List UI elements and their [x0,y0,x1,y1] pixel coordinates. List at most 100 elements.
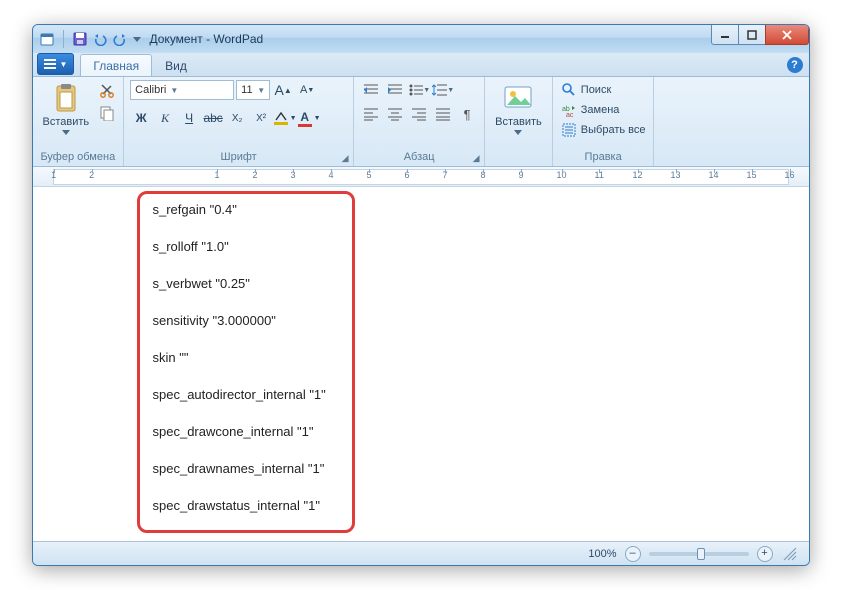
replace-icon: abac [561,102,577,118]
chevron-down-icon [62,130,70,135]
document-line[interactable]: spec_drawnames_internal "1" [153,462,326,475]
ruler[interactable]: 121234567891011121314151617 [33,167,809,187]
document-line[interactable]: spec_autodirector_internal "1" [153,388,326,401]
zoom-percent[interactable]: 100% [588,548,616,560]
dialog-launcher-icon[interactable]: ◢ [339,152,351,164]
bullets-button[interactable]: ▼ [408,80,430,100]
subscript-button[interactable]: X₂ [226,108,248,128]
maximize-button[interactable] [738,25,766,45]
replace-button[interactable]: abac Замена [559,100,622,120]
ruler-tick: 4 [329,170,334,180]
align-right-button[interactable] [408,104,430,124]
ruler-tick: 13 [671,170,681,180]
strike-button[interactable]: abc [202,108,224,128]
document-area[interactable]: s_refgain "0.4" s_rolloff "1.0" s_verbwet … [33,187,809,541]
qat-dropdown-icon[interactable] [132,31,142,47]
document-line[interactable]: skin "" [153,351,326,364]
bold-button[interactable]: Ж [130,108,152,128]
group-editing: Поиск abac Замена Выбрать все Правка [553,77,655,166]
status-resize-grip-icon[interactable] [781,545,799,563]
font-size-combo[interactable]: 11 ▼ [236,80,270,100]
zoom-out-button[interactable]: – [625,546,641,562]
ruler-tick: 6 [405,170,410,180]
align-center-button[interactable] [384,104,406,124]
chevron-down-icon [514,130,522,135]
help-icon[interactable]: ? [787,57,803,73]
find-button[interactable]: Поиск [559,80,613,100]
app-icon [39,31,55,47]
select-all-icon [561,122,577,138]
ribbon-tabs: ▼ Главная Вид ? [33,53,809,77]
ruler-tick: 1 [51,170,56,180]
ruler-tick: 3 [291,170,296,180]
group-label-clipboard: Буфер обмена [39,149,118,166]
file-menu-button[interactable]: ▼ [37,53,75,75]
replace-label: Замена [581,104,620,116]
document-line[interactable]: sensitivity "3.000000" [153,314,326,327]
increase-indent-button[interactable] [384,80,406,100]
dialog-launcher-icon[interactable]: ◢ [470,152,482,164]
cut-icon[interactable] [97,80,117,100]
svg-text:ac: ac [566,112,574,117]
font-name-combo[interactable]: Calibri ▼ [130,80,234,100]
window-buttons [712,25,809,45]
ruler-tick: 1 [215,170,220,180]
chevron-down-icon: ▼ [257,86,265,95]
zoom-slider[interactable] [649,552,749,556]
shrink-font-button[interactable]: A▼ [296,80,318,100]
ruler-tick: 15 [747,170,757,180]
align-left-button[interactable] [360,104,382,124]
minimize-button[interactable] [711,25,739,45]
document-line[interactable]: spec_drawcone_internal "1" [153,425,326,438]
align-justify-button[interactable] [432,104,454,124]
zoom-in-button[interactable]: + [757,546,773,562]
font-color-button[interactable]: A▼ [298,108,320,128]
italic-button[interactable]: К [154,108,176,128]
redo-icon[interactable] [112,31,128,47]
grow-font-button[interactable]: A▲ [272,80,294,100]
chevron-down-icon: ▼ [314,115,321,122]
group-clipboard: Вставить Буфер обмена [33,77,125,166]
find-label: Поиск [581,84,611,96]
ruler-tick: 14 [709,170,719,180]
undo-icon[interactable] [92,31,108,47]
ruler-tick: 2 [89,170,94,180]
insert-button[interactable]: Вставить [491,80,546,137]
line-spacing-button[interactable]: ▼ [432,80,454,100]
ruler-tick: 2 [253,170,258,180]
document-content[interactable]: s_refgain "0.4" s_rolloff "1.0" s_verbwet … [153,203,326,536]
group-label-font: Шрифт [130,149,347,166]
ruler-tick: 8 [481,170,486,180]
tab-view[interactable]: Вид [152,54,200,76]
group-paragraph: ▼ ▼ ¶ Абзац ◢ [354,77,485,166]
ruler-tick: 16 [785,170,795,180]
close-button[interactable] [765,25,809,45]
paragraph-marks-button[interactable]: ¶ [456,104,478,124]
window-title: Документ - WordPad [150,32,264,46]
document-line[interactable]: s_rolloff "1.0" [153,240,326,253]
paste-button[interactable]: Вставить [39,80,94,137]
document-line[interactable]: spec_drawstatus_internal "1" [153,499,326,512]
copy-icon[interactable] [97,103,117,123]
chevron-down-icon: ▼ [170,86,178,95]
font-name-value: Calibri [135,84,166,96]
document-line[interactable]: s_refgain "0.4" [153,203,326,216]
ruler-tick: 10 [557,170,567,180]
group-font: Calibri▼ 11▼ A▲ A▼ Ж К Ч abc X₂ X² ▼ A▼ … [124,77,354,166]
chevron-down-icon: ▼ [290,115,297,122]
select-all-button[interactable]: Выбрать все [559,120,648,140]
underline-button[interactable]: Ч [178,108,200,128]
save-icon[interactable] [72,31,88,47]
superscript-button[interactable]: X² [250,108,272,128]
tab-home[interactable]: Главная [80,54,152,76]
decrease-indent-button[interactable] [360,80,382,100]
paste-label: Вставить [43,116,90,128]
font-size-value: 11 [241,84,252,96]
quick-access-toolbar [39,30,142,48]
qat-separator [63,30,64,48]
ruler-track: 121234567891011121314151617 [53,169,789,185]
highlight-color-button[interactable]: ▼ [274,108,296,128]
document-line[interactable]: s_verbwet "0.25" [153,277,326,290]
ruler-tick: 7 [443,170,448,180]
zoom-slider-thumb[interactable] [697,548,705,560]
